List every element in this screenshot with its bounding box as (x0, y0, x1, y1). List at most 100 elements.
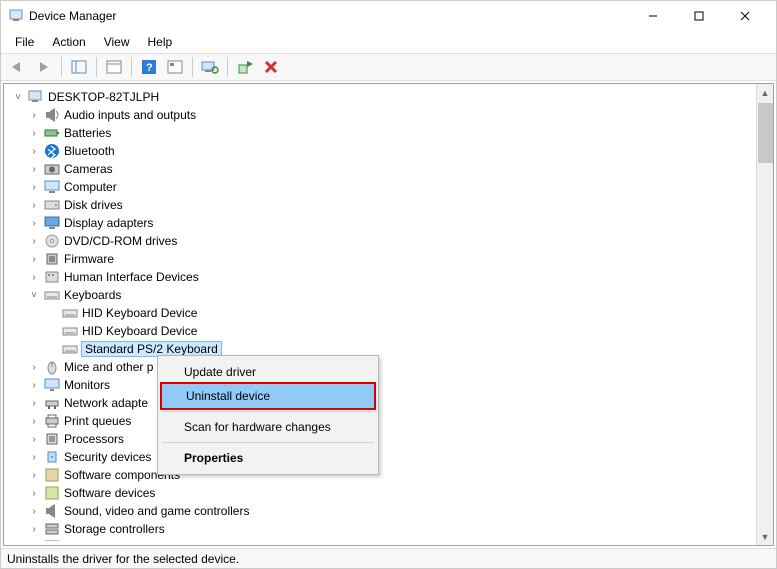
context-menu-item[interactable]: Update driver (160, 360, 376, 384)
expand-toggle-icon[interactable]: › (28, 236, 40, 247)
expand-toggle-icon[interactable]: › (28, 164, 40, 175)
expand-toggle-icon[interactable]: › (28, 254, 40, 265)
uninstall-device-button[interactable] (260, 56, 282, 78)
device-category[interactable]: › Firmware (8, 250, 755, 268)
expand-toggle-icon[interactable]: › (28, 470, 40, 481)
device-category[interactable]: › Bluetooth (8, 142, 755, 160)
device-category[interactable]: › Disk drives (8, 196, 755, 214)
device-item[interactable]: Standard PS/2 Keyboard (8, 340, 755, 358)
device-category[interactable]: › Storage controllers (8, 520, 755, 538)
device-category[interactable]: › Monitors (8, 376, 755, 394)
expand-toggle-icon[interactable]: › (28, 434, 40, 445)
device-label[interactable]: Batteries (64, 126, 111, 140)
expand-toggle-icon[interactable]: › (28, 110, 40, 121)
device-label[interactable]: DVD/CD-ROM drives (64, 234, 177, 248)
device-category[interactable]: › Processors (8, 430, 755, 448)
scroll-up-button[interactable]: ▲ (757, 84, 774, 101)
device-category[interactable]: ›System devices (8, 538, 755, 541)
device-label[interactable]: Firmware (64, 252, 114, 266)
expand-toggle-icon[interactable]: › (28, 200, 40, 211)
maximize-button[interactable] (676, 1, 722, 31)
expand-toggle-icon[interactable]: › (28, 146, 40, 157)
device-label[interactable]: Cameras (64, 162, 113, 176)
menu-view[interactable]: View (96, 33, 138, 51)
expand-toggle-icon[interactable]: › (28, 272, 40, 283)
device-label[interactable]: Audio inputs and outputs (64, 108, 196, 122)
device-category[interactable]: › Computer (8, 178, 755, 196)
scroll-down-button[interactable]: ▼ (757, 528, 774, 545)
menu-file[interactable]: File (7, 33, 42, 51)
action-button[interactable] (164, 56, 186, 78)
device-label[interactable]: Software devices (64, 486, 155, 500)
device-item[interactable]: HID Keyboard Device (8, 304, 755, 322)
device-label[interactable]: Standard PS/2 Keyboard (82, 342, 221, 356)
device-category[interactable]: ˅ DESKTOP-82TJLPH (8, 88, 755, 106)
device-category[interactable]: › Security devices (8, 448, 755, 466)
device-label[interactable]: Storage controllers (64, 522, 165, 536)
expand-toggle-icon[interactable]: › (28, 488, 40, 499)
device-label[interactable]: Processors (64, 432, 124, 446)
device-label[interactable]: Network adapte (64, 396, 148, 410)
device-category[interactable]: › Software devices (8, 484, 755, 502)
close-button[interactable] (722, 1, 768, 31)
menu-action[interactable]: Action (44, 33, 93, 51)
device-label[interactable]: HID Keyboard Device (82, 324, 197, 338)
device-label[interactable]: Display adapters (64, 216, 153, 230)
scan-hardware-button[interactable] (199, 56, 221, 78)
device-label[interactable]: Monitors (64, 378, 110, 392)
device-tree[interactable]: ˅ DESKTOP-82TJLPH › Audio inputs and output… (8, 88, 755, 541)
device-label[interactable]: HID Keyboard Device (82, 306, 197, 320)
scroll-thumb[interactable] (758, 103, 773, 163)
expand-toggle-icon[interactable]: › (28, 128, 40, 139)
device-label[interactable]: Print queues (64, 414, 131, 428)
device-label[interactable]: Bluetooth (64, 144, 115, 158)
back-button[interactable] (7, 56, 29, 78)
minimize-button[interactable] (630, 1, 676, 31)
device-label[interactable]: Sound, video and game controllers (64, 504, 249, 518)
device-label[interactable]: Security devices (64, 450, 151, 464)
context-menu-item[interactable]: Properties (160, 446, 376, 470)
context-menu-item[interactable]: Uninstall device (162, 384, 374, 408)
expand-toggle-icon[interactable]: ˅ (28, 290, 40, 301)
device-label[interactable]: Mice and other p (64, 360, 153, 374)
update-driver-button[interactable] (234, 56, 256, 78)
help-button[interactable]: ? (138, 56, 160, 78)
context-menu[interactable]: Update driverUninstall device Scan for ha… (157, 355, 379, 475)
expand-toggle-icon[interactable]: › (28, 380, 40, 391)
device-label[interactable]: Keyboards (64, 288, 121, 302)
device-label[interactable]: Human Interface Devices (64, 270, 199, 284)
device-item[interactable]: HID Keyboard Device (8, 322, 755, 340)
device-category[interactable]: › DVD/CD-ROM drives (8, 232, 755, 250)
device-category[interactable]: › Display adapters (8, 214, 755, 232)
expand-toggle-icon[interactable]: › (28, 416, 40, 427)
device-category[interactable]: › Audio inputs and outputs (8, 106, 755, 124)
forward-button[interactable] (33, 56, 55, 78)
expand-toggle-icon[interactable]: › (28, 524, 40, 535)
context-menu-item[interactable]: Scan for hardware changes (160, 415, 376, 439)
device-category[interactable]: ›Software components (8, 466, 755, 484)
device-category[interactable]: ˅ Keyboards (8, 286, 755, 304)
device-category[interactable]: › Mice and other p (8, 358, 755, 376)
expand-toggle-icon[interactable]: › (28, 452, 40, 463)
expand-toggle-icon[interactable]: › (28, 398, 40, 409)
properties-button[interactable] (103, 56, 125, 78)
device-category[interactable]: › Batteries (8, 124, 755, 142)
device-category[interactable]: › Sound, video and game controllers (8, 502, 755, 520)
expand-toggle-icon[interactable]: › (28, 218, 40, 229)
device-label[interactable]: Disk drives (64, 198, 123, 212)
device-category[interactable]: › Print queues (8, 412, 755, 430)
vertical-scrollbar[interactable]: ▲ ▼ (756, 84, 773, 545)
device-category[interactable]: › Cameras (8, 160, 755, 178)
expand-toggle-icon[interactable]: › (28, 362, 40, 373)
expand-toggle-icon[interactable]: › (28, 182, 40, 193)
expand-toggle-icon[interactable]: ˅ (12, 92, 24, 103)
device-label[interactable]: Computer (64, 180, 117, 194)
device-label[interactable]: DESKTOP-82TJLPH (48, 90, 159, 104)
toolbar-separator (61, 57, 62, 77)
menu-help[interactable]: Help (140, 33, 181, 51)
device-category[interactable]: › Network adapte (8, 394, 755, 412)
expand-toggle-icon[interactable]: › (28, 506, 40, 517)
device-category[interactable]: › Human Interface Devices (8, 268, 755, 286)
show-hide-tree-button[interactable] (68, 56, 90, 78)
device-label[interactable]: System devices (64, 540, 148, 541)
